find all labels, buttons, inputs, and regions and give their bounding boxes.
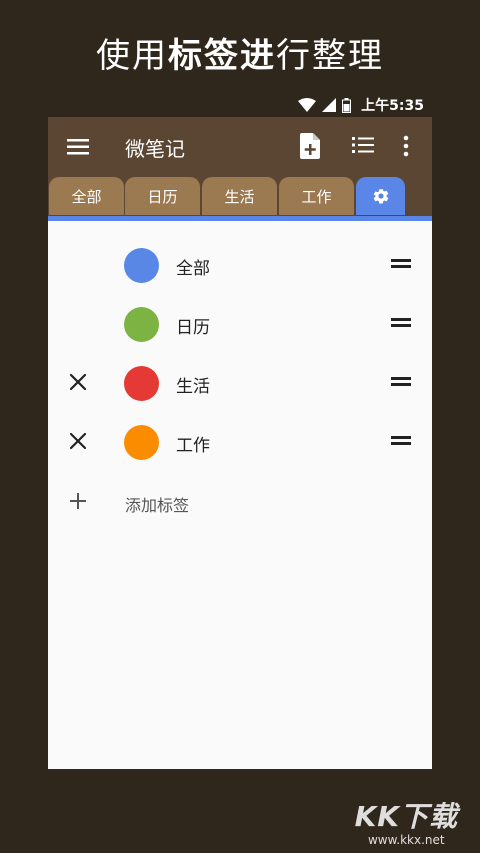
status-time: 上午5:35: [361, 98, 424, 114]
add-label-row[interactable]: 添加标签: [48, 479, 432, 527]
label-color-dot[interactable]: [124, 307, 159, 342]
plus-icon: [70, 493, 86, 509]
label-color-dot[interactable]: [124, 248, 159, 283]
add-label-text: 添加标签: [125, 496, 190, 515]
battery-icon: [342, 97, 352, 113]
wifi-icon: [298, 98, 317, 112]
tab-label: 全部: [71, 187, 102, 206]
headline-part2: 行整理: [276, 36, 384, 76]
tab-life[interactable]: 生活: [202, 177, 277, 215]
app-title: 微笔记: [125, 137, 185, 161]
tab-calendar[interactable]: 日历: [125, 177, 200, 215]
hamburger-menu-icon[interactable]: [66, 135, 90, 159]
list-view-icon[interactable]: [352, 136, 374, 154]
tab-work[interactable]: 工作: [279, 177, 354, 215]
signal-icon: [322, 98, 337, 112]
drag-handle-icon[interactable]: [391, 436, 411, 446]
label-name[interactable]: 生活: [176, 372, 210, 397]
watermark-logo: KK下载 www.kkx.net: [355, 795, 458, 847]
label-row-all: 全部: [48, 236, 432, 295]
tab-bar: 全部 日历 生活 工作: [48, 176, 432, 216]
headline-bold: 标签进: [168, 36, 276, 76]
label-name[interactable]: 全部: [176, 254, 210, 279]
label-row-work: 工作: [48, 413, 432, 472]
drag-handle-icon[interactable]: [391, 318, 411, 328]
tab-label: 生活: [224, 187, 255, 206]
label-row-life: 生活: [48, 354, 432, 413]
label-color-dot[interactable]: [124, 366, 159, 401]
label-row-calendar: 日历: [48, 295, 432, 354]
tab-settings[interactable]: [356, 177, 405, 215]
watermark-title: KK下载: [354, 800, 458, 833]
headline-part1: 使用: [96, 36, 168, 76]
new-note-icon[interactable]: [300, 133, 320, 159]
more-options-icon[interactable]: [402, 134, 410, 158]
watermark-url: www.kkx.net: [367, 833, 445, 847]
label-name[interactable]: 工作: [176, 431, 210, 456]
tab-indicator-line: [48, 216, 432, 221]
delete-label-icon[interactable]: [68, 372, 88, 392]
drag-handle-icon[interactable]: [391, 377, 411, 387]
tab-label: 日历: [147, 187, 178, 206]
label-color-dot[interactable]: [124, 425, 159, 460]
status-bar: 上午5:35: [298, 94, 424, 116]
app-bar: 微笔记: [48, 117, 432, 176]
gear-icon: [373, 188, 388, 204]
delete-label-icon[interactable]: [68, 431, 88, 451]
promo-headline: 使用标签进行整理: [0, 28, 480, 77]
drag-handle-icon[interactable]: [391, 259, 411, 269]
label-name[interactable]: 日历: [176, 313, 210, 338]
tab-label: 工作: [301, 187, 332, 206]
app-screen: 微笔记 全部 日历 生活 工作 全部 日历 生活 工作 添加标签: [48, 117, 432, 769]
tab-all[interactable]: 全部: [49, 177, 124, 215]
